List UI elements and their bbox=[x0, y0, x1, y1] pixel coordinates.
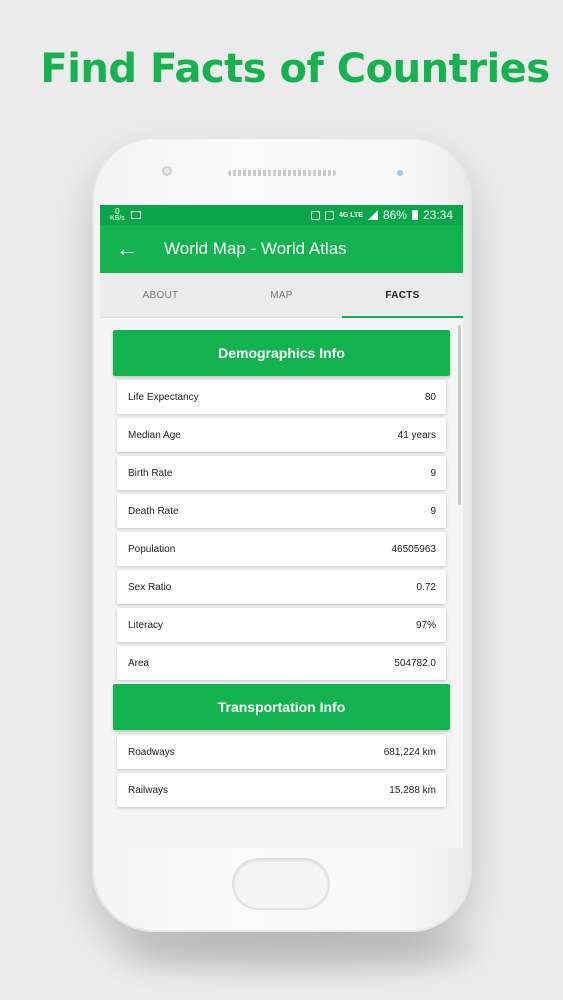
tab-about[interactable]: ABOUT bbox=[100, 273, 221, 317]
app-bar: ← World Map - World Atlas bbox=[100, 225, 463, 273]
fact-value: 681,224 km bbox=[383, 746, 436, 758]
fact-value: 9 bbox=[430, 505, 436, 517]
fact-value: 97% bbox=[415, 619, 436, 631]
app-title: World Map - World Atlas bbox=[164, 239, 347, 258]
lte-indicator: 4G LTE bbox=[338, 211, 363, 219]
fact-label: Birth Rate bbox=[128, 467, 173, 479]
phone-screen: 0 KB/s 4G LTE 86% 23:34 ← World Map - Wo… bbox=[100, 205, 463, 848]
demographics-header: Demographics Info bbox=[113, 330, 450, 376]
fact-label: Literacy bbox=[128, 619, 164, 631]
status-right: 4G LTE 86% 23:34 bbox=[310, 208, 453, 222]
home-button[interactable] bbox=[234, 860, 328, 908]
fact-value: 41 years bbox=[397, 429, 436, 441]
fact-label: Railways bbox=[128, 784, 169, 796]
fact-row-median-age: Median Age 41 years bbox=[117, 418, 446, 452]
tab-map[interactable]: MAP bbox=[221, 273, 342, 317]
fact-label: Sex Ratio bbox=[128, 581, 172, 593]
signal-icon bbox=[367, 210, 378, 220]
fact-row-area: Area 504782.0 bbox=[117, 646, 446, 680]
earpiece-speaker bbox=[228, 170, 336, 176]
network-speed: 0 KB/s bbox=[110, 207, 125, 223]
network-speed-unit: KB/s bbox=[110, 215, 125, 222]
demographics-list: Life Expectancy 80 Median Age 41 years B… bbox=[113, 380, 450, 680]
fact-row-population: Population 46505963 bbox=[117, 532, 446, 566]
fact-label: Life Expectancy bbox=[128, 391, 199, 403]
tab-bar: ABOUT MAP FACTS bbox=[100, 273, 463, 318]
transportation-list: Roadways 681,224 km Railways 15,288 km bbox=[113, 735, 450, 807]
fact-row-sex-ratio: Sex Ratio 0.72 bbox=[117, 570, 446, 604]
fact-row-life-expectancy: Life Expectancy 80 bbox=[117, 380, 446, 414]
fact-value: 80 bbox=[424, 391, 436, 403]
scrollbar[interactable] bbox=[458, 325, 461, 505]
fact-label: Population bbox=[128, 543, 176, 555]
promo-headline: Find Facts of Countries bbox=[40, 46, 550, 92]
fact-value: 504782.0 bbox=[394, 657, 436, 669]
fact-label: Area bbox=[128, 657, 150, 669]
facts-content[interactable]: Demographics Info Life Expectancy 80 Med… bbox=[100, 318, 463, 807]
fact-row-railways: Railways 15,288 km bbox=[117, 773, 446, 807]
phone-shadow bbox=[120, 930, 480, 970]
front-camera bbox=[162, 166, 172, 176]
proximity-sensor bbox=[397, 170, 403, 176]
fact-label: Death Rate bbox=[128, 505, 179, 517]
transportation-header: Transportation Info bbox=[113, 684, 450, 730]
fact-row-death-rate: Death Rate 9 bbox=[117, 494, 446, 528]
fact-label: Median Age bbox=[128, 429, 181, 441]
fact-label: Roadways bbox=[128, 746, 175, 758]
fact-value: 9 bbox=[430, 467, 436, 479]
fact-value: 15,288 km bbox=[389, 784, 436, 796]
battery-icon bbox=[411, 210, 418, 220]
network-speed-value: 0 bbox=[115, 207, 120, 216]
clock: 23:34 bbox=[422, 208, 453, 222]
status-bar: 0 KB/s 4G LTE 86% 23:34 bbox=[100, 205, 463, 225]
fact-value: 0.72 bbox=[416, 581, 436, 593]
fact-row-birth-rate: Birth Rate 9 bbox=[117, 456, 446, 490]
fact-value: 46505963 bbox=[391, 543, 437, 555]
status-left: 0 KB/s bbox=[110, 208, 141, 222]
fact-row-literacy: Literacy 97% bbox=[117, 608, 446, 642]
arrow-back-icon[interactable]: ← bbox=[116, 238, 140, 260]
alarm-icon bbox=[310, 210, 320, 220]
fact-row-roadways: Roadways 681,224 km bbox=[117, 735, 446, 769]
nfc-icon bbox=[324, 210, 334, 220]
tab-facts[interactable]: FACTS bbox=[342, 273, 463, 318]
gallery-notification-icon bbox=[130, 211, 141, 219]
battery-percent: 86% bbox=[382, 208, 407, 222]
